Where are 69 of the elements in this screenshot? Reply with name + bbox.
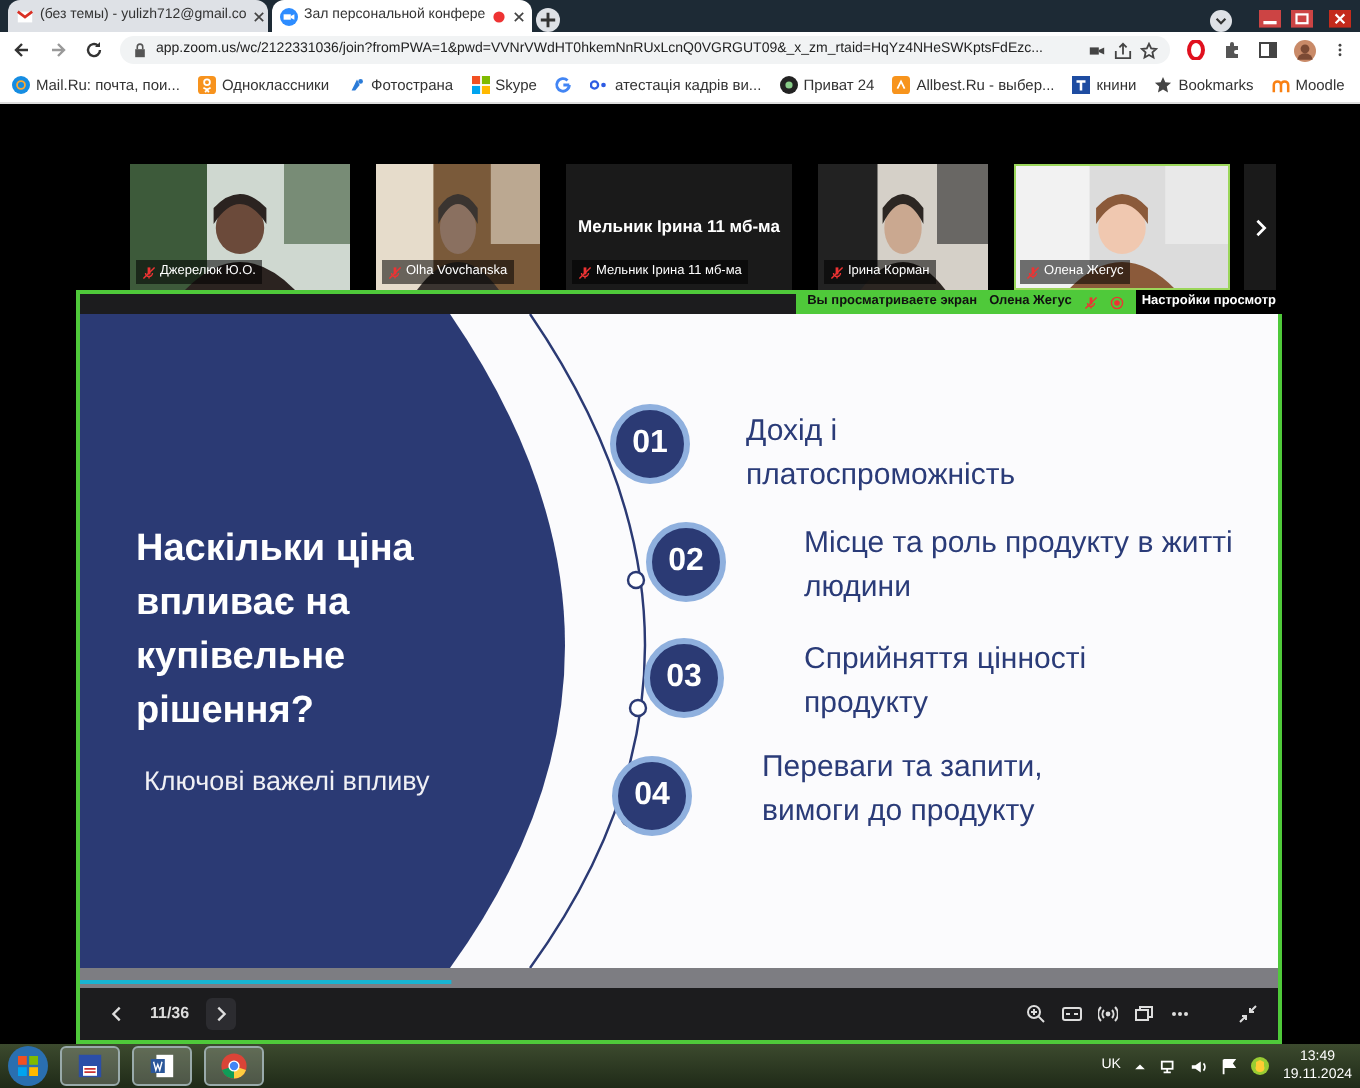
camera-icon[interactable] <box>1088 41 1106 59</box>
slide-subtitle: Ключові важелі впливу <box>144 764 430 800</box>
chevron-left-icon <box>108 1004 126 1024</box>
collapse-icon[interactable] <box>1238 1004 1258 1024</box>
chrome-icon <box>220 1052 248 1080</box>
zoom-in-icon[interactable] <box>1026 1004 1046 1024</box>
number-badge: 04 <box>612 756 692 836</box>
taskbar-app[interactable] <box>132 1046 192 1086</box>
muted-mic-icon <box>1026 265 1040 280</box>
caret-icon <box>892 76 911 94</box>
taskbar-app[interactable] <box>60 1046 120 1086</box>
dropdown-icon[interactable] <box>1210 10 1232 32</box>
participant-name: Мельник Ірина 11 мб-ма <box>578 214 780 240</box>
chevron-right-icon <box>211 1004 230 1024</box>
forward-icon[interactable] <box>48 40 68 60</box>
t-icon <box>1072 76 1091 94</box>
flag-icon[interactable] <box>1220 1057 1239 1075</box>
point-text: Дохід і платоспроможність <box>746 412 1018 496</box>
muted-mic-icon <box>388 265 402 280</box>
start-icon[interactable] <box>8 1046 48 1086</box>
document-icon <box>148 1052 176 1080</box>
lock-icon <box>132 42 148 58</box>
number-badge: 01 <box>610 404 690 484</box>
windows-icon[interactable] <box>1134 1004 1154 1024</box>
sidebar-icon[interactable] <box>1258 40 1278 60</box>
point-text: Сприйняття цінності продукту <box>804 640 1089 724</box>
taskbar-app[interactable] <box>204 1046 264 1086</box>
muted-mic-icon <box>830 265 844 280</box>
number-badge: 03 <box>644 638 724 718</box>
muted-mic-icon <box>578 265 592 280</box>
opera-icon[interactable] <box>1186 40 1206 60</box>
new-tab-icon[interactable] <box>536 8 560 32</box>
page-counter: 11/36 <box>150 1002 190 1026</box>
puzzle-icon[interactable] <box>1222 40 1242 60</box>
circle-icon <box>779 76 798 94</box>
network-icon[interactable] <box>1160 1057 1179 1075</box>
reload-icon[interactable] <box>84 40 104 60</box>
muted-mic-icon <box>142 265 156 280</box>
squares-icon <box>471 76 490 94</box>
next-button[interactable] <box>205 998 236 1030</box>
shield-icon[interactable] <box>1250 1056 1271 1076</box>
back-icon[interactable] <box>12 40 32 60</box>
circles-icon <box>590 76 609 94</box>
maximize-icon[interactable] <box>1288 10 1316 32</box>
close-icon[interactable] <box>511 9 526 23</box>
record-icon <box>1109 295 1124 309</box>
muted-mic-icon <box>1083 295 1098 309</box>
point-text: Переваги та запити, вимоги до продукту <box>762 748 1045 832</box>
chevron-right-icon <box>1251 217 1269 237</box>
dot <box>626 570 646 590</box>
star-icon[interactable] <box>1140 41 1158 59</box>
slide-title: Наскільки ціна впливає на купівельне рішення? <box>136 526 416 736</box>
broadcast-icon[interactable] <box>1098 1004 1118 1024</box>
number-badge: 02 <box>646 522 726 602</box>
floppy-icon <box>76 1052 104 1080</box>
google-icon[interactable] <box>554 76 573 94</box>
avatar-icon[interactable] <box>1294 39 1316 61</box>
dot <box>628 698 648 718</box>
camera-icon <box>280 7 298 25</box>
close-icon[interactable] <box>252 9 267 23</box>
point-text: Місце та роль продукту в житті людини <box>804 524 1234 608</box>
minimize-icon[interactable] <box>1256 10 1284 32</box>
share-icon[interactable] <box>1114 41 1132 59</box>
recording-icon <box>491 9 506 23</box>
captions-icon[interactable] <box>1062 1004 1082 1024</box>
mail-icon <box>16 7 34 25</box>
star-icon <box>1154 76 1173 94</box>
m-icon <box>1271 76 1290 94</box>
speaker-icon[interactable] <box>1190 1057 1209 1075</box>
